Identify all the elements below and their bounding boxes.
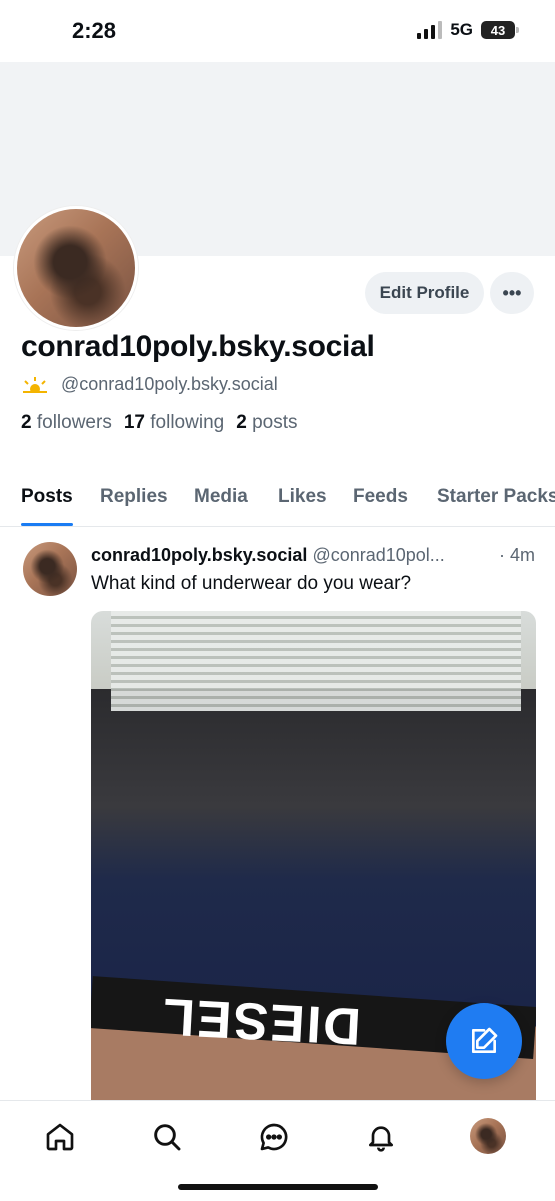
status-time: 2:28	[72, 18, 117, 43]
profile-handle: @conrad10poly.bsky.social	[61, 374, 278, 394]
window-blinds	[111, 611, 521, 711]
active-tab-indicator	[21, 523, 73, 526]
post-author-name[interactable]: conrad10poly.bsky.social	[91, 545, 307, 565]
display-name: conrad10poly.bsky.social	[21, 330, 375, 363]
nav-profile-avatar[interactable]	[470, 1118, 506, 1154]
post-header[interactable]: conrad10poly.bsky.social @conrad10pol...	[91, 545, 536, 566]
tab-starter-packs[interactable]: Starter Packs	[437, 486, 555, 508]
bell-icon	[369, 1126, 393, 1152]
nav-search[interactable]	[147, 1117, 187, 1157]
post-text: What kind of underwear do you wear?	[91, 573, 412, 594]
tab-likes[interactable]: Likes	[278, 486, 327, 508]
image-brand-text: DIESEL	[159, 986, 363, 1056]
profile-tabs: Posts Replies Media Likes Feeds Starter …	[0, 478, 555, 527]
search-icon	[154, 1124, 181, 1151]
tab-posts[interactable]: Posts	[21, 486, 73, 508]
nav-chat[interactable]	[254, 1117, 294, 1157]
home-indicator[interactable]	[178, 1184, 378, 1190]
tab-media[interactable]: Media	[194, 486, 248, 508]
tab-replies[interactable]: Replies	[100, 486, 168, 508]
nav-notifications[interactable]	[361, 1117, 401, 1157]
status-bar: 2:28 5G 43	[0, 0, 555, 62]
edit-profile-button[interactable]: Edit Profile	[365, 272, 484, 314]
profile-avatar[interactable]	[14, 206, 138, 330]
nav-home[interactable]	[40, 1117, 80, 1157]
network-label: 5G	[450, 20, 473, 39]
post-timestamp: · 4m	[495, 545, 535, 566]
tab-feeds[interactable]: Feeds	[353, 486, 408, 508]
posts-count: 2 posts	[236, 412, 298, 433]
followers-link[interactable]: 2 followers	[21, 412, 112, 434]
chat-icon	[260, 1123, 288, 1151]
following-link[interactable]: 17 following	[124, 412, 224, 434]
home-icon	[46, 1123, 74, 1151]
battery-icon: 43	[481, 21, 519, 39]
more-options-button[interactable]: •••	[490, 272, 534, 314]
compose-icon	[472, 1027, 498, 1053]
post-author-handle: @conrad10pol...	[312, 545, 445, 565]
signal-icon	[417, 21, 443, 39]
sunrise-icon	[21, 376, 49, 395]
compose-button[interactable]	[446, 1003, 522, 1079]
post-author-avatar[interactable]	[23, 542, 77, 596]
